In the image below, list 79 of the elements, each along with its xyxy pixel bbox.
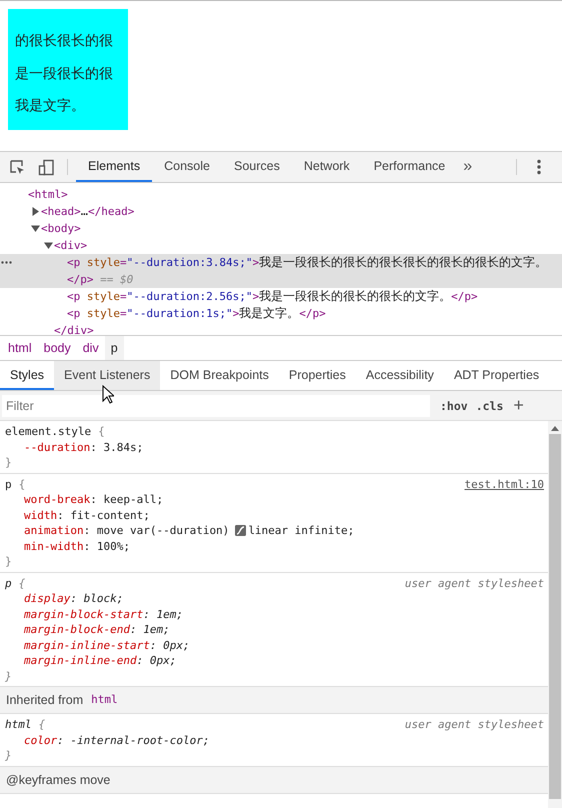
property-value[interactable]: : 1em; bbox=[143, 606, 183, 622]
rule-source: user agent stylesheet bbox=[404, 717, 544, 732]
more-icon[interactable] bbox=[1, 261, 12, 264]
brace: { bbox=[38, 717, 46, 732]
property-value[interactable]: : 0px; bbox=[150, 638, 190, 653]
inherited-tag-link[interactable]: html bbox=[91, 693, 118, 707]
brace: } bbox=[5, 668, 12, 684]
expand-arrow-icon[interactable] bbox=[44, 241, 53, 250]
new-rule-button[interactable]: + bbox=[507, 395, 534, 416]
more-tabs-button[interactable]: » bbox=[457, 152, 478, 182]
class-button[interactable]: .cls bbox=[472, 398, 508, 412]
breadcrumb[interactable]: html bbox=[2, 336, 38, 360]
property-name[interactable]: margin-inline-start bbox=[24, 638, 150, 653]
property-name[interactable]: margin-block-start bbox=[24, 606, 144, 622]
breadcrumb[interactable]: body bbox=[38, 336, 77, 360]
easing-icon[interactable] bbox=[235, 525, 246, 536]
property-value[interactable]: : 1em; bbox=[130, 622, 170, 638]
pane-tab[interactable]: Accessibility bbox=[356, 361, 444, 390]
property-value[interactable]: : move var(--duration) bbox=[84, 523, 230, 538]
pane-tab[interactable]: Event Listeners bbox=[54, 361, 160, 390]
section-header: @keyframes move bbox=[6, 772, 110, 786]
property-value[interactable]: : 3.84s; bbox=[90, 440, 144, 455]
property-name[interactable]: width bbox=[24, 508, 58, 523]
expand-arrow-icon[interactable] bbox=[31, 224, 40, 233]
filter-field[interactable]: Filter bbox=[2, 394, 430, 416]
brace: { bbox=[18, 476, 26, 492]
rule-source: user agent stylesheet bbox=[404, 576, 544, 591]
pane-tab[interactable]: Properties bbox=[278, 361, 356, 390]
dom-node[interactable]: <p style="--duration:2.56s;">我是一段很长的很长的很长的文字。</p> bbox=[67, 288, 562, 305]
property-value[interactable]: : fit-content; bbox=[57, 508, 150, 523]
property-value[interactable]: : -internal-root-color; bbox=[57, 732, 210, 748]
dom-node[interactable]: <html> bbox=[28, 186, 562, 203]
brace: { bbox=[98, 424, 105, 440]
property-name[interactable]: margin-inline-end bbox=[24, 653, 137, 668]
breadcrumb[interactable]: p bbox=[104, 336, 124, 360]
rule-selector: p bbox=[5, 576, 12, 591]
panel-tab[interactable]: Network bbox=[292, 152, 362, 182]
expand-arrow-icon[interactable] bbox=[31, 207, 40, 216]
property-value[interactable]: : block; bbox=[70, 591, 124, 606]
dom-node[interactable]: <div> bbox=[54, 237, 562, 254]
preview-text: 我是文字。 bbox=[14, 97, 86, 116]
property-name[interactable]: display bbox=[24, 591, 70, 606]
brace: } bbox=[5, 455, 12, 470]
brace: } bbox=[5, 554, 12, 570]
pane-tab[interactable]: ADT Properties bbox=[444, 361, 550, 390]
rule-selector: html bbox=[5, 717, 32, 732]
property-name[interactable]: color bbox=[24, 732, 58, 748]
device-icon[interactable] bbox=[38, 158, 55, 176]
property-value[interactable]: : keep-all; bbox=[90, 492, 164, 508]
pane-tab[interactable]: DOM Breakpoints bbox=[160, 361, 279, 390]
breadcrumb[interactable]: div bbox=[76, 336, 105, 360]
source-link[interactable]: test.html:10 bbox=[464, 476, 544, 492]
rule-selector: element.style bbox=[5, 424, 92, 440]
panel-tab[interactable]: Sources bbox=[222, 152, 292, 182]
property-value[interactable]: linear infinite; bbox=[248, 523, 354, 538]
preview-text: 的很长很长的很 bbox=[14, 32, 114, 50]
dom-node[interactable]: <body> bbox=[41, 220, 562, 237]
property-value[interactable]: : 100%; bbox=[84, 538, 130, 554]
property-value[interactable]: : 0px; bbox=[136, 653, 176, 668]
property-name[interactable]: --duration bbox=[24, 440, 90, 455]
scroll-up-icon[interactable] bbox=[551, 426, 559, 431]
dom-node[interactable]: <head>…</head> bbox=[41, 203, 562, 220]
inspect-icon[interactable] bbox=[9, 158, 26, 176]
property-name[interactable]: min-width bbox=[24, 538, 84, 554]
preview-text: 是一段很长的很 bbox=[14, 64, 114, 82]
panel-tab[interactable]: Console bbox=[152, 152, 222, 182]
property-name[interactable]: animation bbox=[24, 523, 84, 538]
panel-tab[interactable]: Elements bbox=[76, 152, 152, 182]
menu-icon[interactable] bbox=[537, 159, 541, 175]
brace: } bbox=[5, 748, 12, 764]
dom-node[interactable]: <p style="--duration:1s;">我是文字。</p> bbox=[67, 305, 562, 322]
panel-tab[interactable]: Performance bbox=[362, 152, 458, 182]
rule-selector: p bbox=[5, 476, 12, 492]
hover-state-button[interactable]: :hov bbox=[436, 398, 472, 412]
dom-node[interactable]: </div> bbox=[54, 322, 562, 335]
brace: { bbox=[18, 576, 26, 591]
property-name[interactable]: word-break bbox=[24, 492, 90, 508]
section-header: Inherited from bbox=[6, 693, 84, 707]
property-name[interactable]: margin-block-end bbox=[24, 622, 130, 638]
